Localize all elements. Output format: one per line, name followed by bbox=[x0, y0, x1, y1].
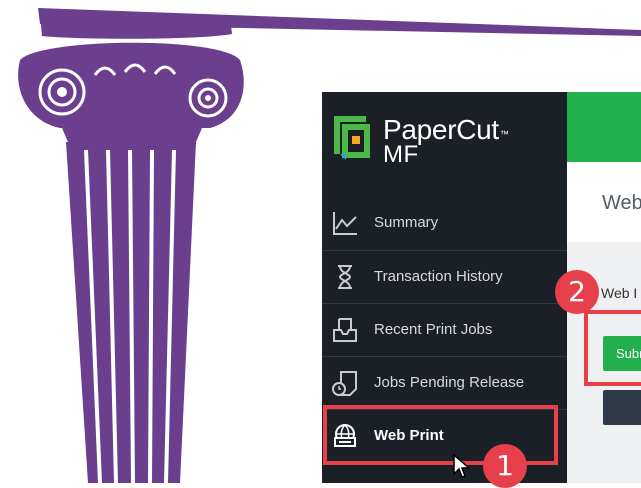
sidebar-item-recent-print-jobs[interactable]: Recent Print Jobs bbox=[322, 303, 567, 356]
page-title: Web bbox=[602, 192, 641, 214]
pending-document-icon bbox=[332, 371, 357, 396]
section-label: Web I bbox=[601, 285, 638, 301]
brand-edition: MF bbox=[383, 141, 419, 168]
printer-tray-icon bbox=[333, 318, 357, 342]
sidebar-item-jobs-pending-release[interactable]: Jobs Pending Release bbox=[322, 356, 567, 409]
sidebar-item-label: Recent Print Jobs bbox=[374, 321, 493, 338]
sidebar-item-transaction-history[interactable]: Transaction History bbox=[322, 250, 567, 303]
line-chart-icon bbox=[333, 212, 357, 235]
sidebar-item-label: Summary bbox=[374, 214, 439, 231]
step-badge-1: 1 bbox=[483, 444, 527, 488]
hourglass-icon bbox=[338, 265, 352, 289]
top-header-bar bbox=[567, 92, 641, 162]
secondary-button[interactable] bbox=[603, 390, 641, 425]
papercut-logo-icon bbox=[334, 116, 370, 160]
trademark-symbol: ™ bbox=[499, 129, 509, 139]
step-badge-2: 2 bbox=[555, 270, 599, 314]
mouse-cursor-icon bbox=[453, 454, 470, 478]
papercut-logo[interactable]: PaperCut™ MF bbox=[332, 114, 562, 168]
sidebar-item-summary[interactable]: Summary bbox=[322, 197, 567, 250]
sidebar-item-label: Transaction History bbox=[374, 268, 503, 285]
highlight-box-submit bbox=[584, 310, 641, 386]
sidebar-item-label: Jobs Pending Release bbox=[374, 374, 525, 391]
